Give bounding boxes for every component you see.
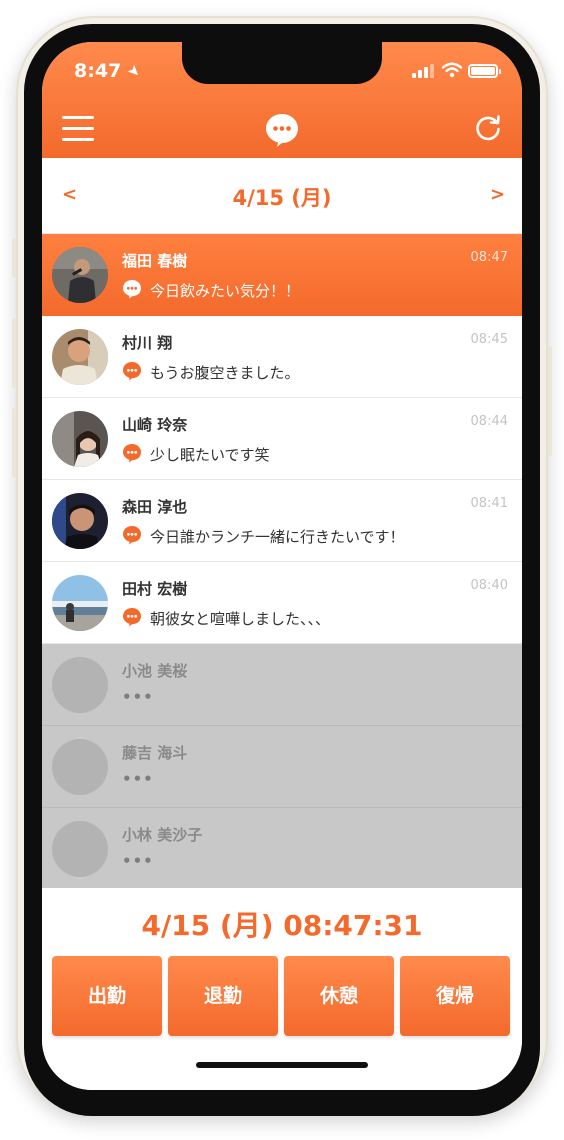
refresh-icon[interactable] [474,114,502,142]
avatar [52,575,108,631]
typing-indicator: ••• [122,852,154,870]
chat-bubble-icon [123,362,141,381]
break-button[interactable]: 休憩 [284,956,394,1036]
message-row[interactable]: 森田 淳也 08:41 今日誰かランチ一緒に行きたいです！ [42,480,522,562]
chat-bubble-icon [123,444,141,463]
avatar [52,247,108,303]
date-title: 4/15 (月) [232,186,332,210]
typing-indicator: ••• [122,688,154,706]
message-time: 08:45 [470,332,508,347]
sender-name: 村川 翔 [122,334,173,352]
sender-name: 福田 春樹 [122,252,188,270]
chat-bubble-icon [123,280,141,299]
sender-name: 山崎 玲奈 [122,416,188,434]
message-time: 08:40 [470,578,508,593]
typing-indicator: ••• [122,770,154,788]
power-button [548,346,552,456]
message-row[interactable]: 山崎 玲奈 08:44 少し眠たいです笑 [42,398,522,480]
message-text: 今日誰かランチ一緒に行きたいです！ [150,528,405,546]
avatar [52,329,108,385]
message-row[interactable]: 福田 春樹 08:47 今日飲みたい気分！！ [42,234,522,316]
chat-bubble-icon [123,608,141,627]
app-header: 8:47 ➤ [42,42,522,158]
message-time: 08:44 [470,414,508,429]
volume-down-button [12,408,16,478]
chat-bubble-icon [123,526,141,545]
volume-up-button [12,318,16,388]
message-time: 08:41 [470,496,508,511]
message-row[interactable]: 村川 翔 08:45 もうお腹空きました。 [42,316,522,398]
attendance-footer: 4/15 (月) 08:47:31 出勤 退勤 休憩 復帰 [42,888,522,1090]
message-text: 今日飲みたい気分！！ [150,282,301,300]
next-day-button[interactable]: > [490,184,505,205]
resume-button[interactable]: 復帰 [400,956,510,1036]
message-time: 08:47 [470,250,508,265]
wifi-icon [442,62,462,78]
sender-name: 藤吉 海斗 [122,744,188,762]
sender-name: 森田 淳也 [122,498,188,516]
avatar [52,493,108,549]
message-text: 少し眠たいです笑 [150,446,270,464]
avatar [52,411,108,467]
app-screen: 8:47 ➤ < 4/15 (月) > 福田 春樹 08:47 今日飲みたい気分… [42,42,522,1090]
avatar-placeholder [52,739,108,795]
message-text: 朝彼女と喧嘩しました、、、 [150,610,331,628]
message-row[interactable]: 小池 美桜 ••• [42,644,522,726]
clock-out-button[interactable]: 退勤 [168,956,278,1036]
cellular-signal-icon [412,64,436,78]
sender-name: 小池 美桜 [122,662,188,680]
status-time: 8:47 [74,60,122,82]
sender-name: 小林 美沙子 [122,826,203,844]
message-text: もうお腹空きました。 [150,364,300,382]
hamburger-menu-icon[interactable] [62,116,94,142]
message-row[interactable]: 小林 美沙子 ••• [42,808,522,890]
chat-bubble-logo-icon [266,114,298,147]
battery-icon [468,64,501,78]
message-row[interactable]: 藤吉 海斗 ••• [42,726,522,808]
home-indicator[interactable] [196,1062,368,1068]
message-list: 福田 春樹 08:47 今日飲みたい気分！！ 村川 翔 08:45 もうお腹空き… [42,234,522,890]
current-datetime: 4/15 (月) 08:47:31 [141,909,423,942]
sender-name: 田村 宏樹 [122,580,188,598]
avatar-placeholder [52,821,108,877]
location-arrow-icon: ➤ [123,60,146,82]
notch [182,42,382,84]
date-navigation: < 4/15 (月) > [42,158,522,234]
avatar-placeholder [52,657,108,713]
message-row[interactable]: 田村 宏樹 08:40 朝彼女と喧嘩しました、、、 [42,562,522,644]
side-button [12,238,16,278]
clock-in-button[interactable]: 出勤 [52,956,162,1036]
